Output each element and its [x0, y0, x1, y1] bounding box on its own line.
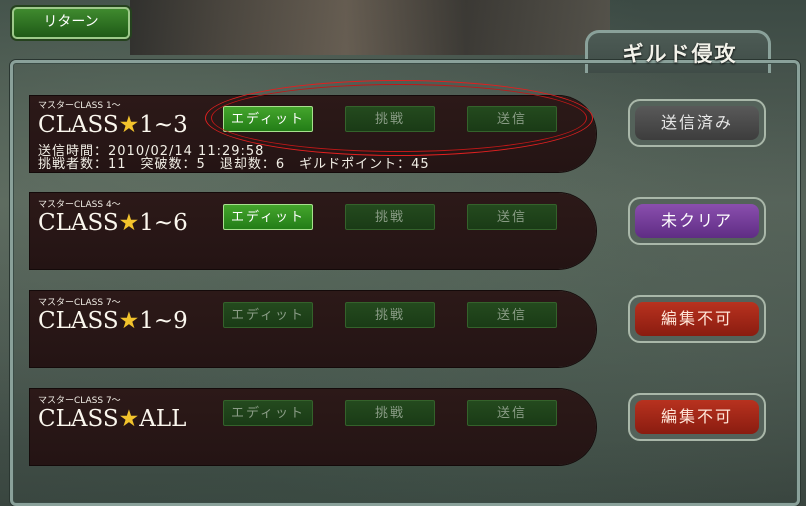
challenge-button[interactable]: 挑戦: [345, 204, 435, 230]
class-prefix: CLASS: [38, 112, 119, 138]
class-range-title: CLASS★1~9: [38, 308, 188, 334]
background-artwork: [130, 0, 610, 55]
stats-text: 挑戦者数：11 突破数：5 退却数：6 ギルドポイント：45: [38, 157, 430, 172]
status-badge[interactable]: 未クリア: [628, 197, 766, 245]
page-title: ギルド侵攻: [622, 42, 738, 66]
class-prefix: CLASS: [38, 406, 119, 432]
class-range: ALL: [139, 406, 187, 432]
star-icon: ★: [118, 308, 140, 334]
class-range-title: CLASS★1~3: [38, 112, 188, 138]
class-prefix: CLASS: [38, 308, 119, 334]
status-badge[interactable]: 送信済み: [628, 99, 766, 147]
class-prefix: CLASS: [38, 210, 119, 236]
edit-button[interactable]: エディット: [223, 204, 313, 230]
class-range-title: CLASS★1~6: [38, 210, 188, 236]
class-range-title: CLASS★ALL: [38, 406, 186, 432]
star-icon: ★: [118, 210, 140, 236]
star-icon: ★: [118, 112, 140, 138]
master-class-label: マスターCLASS 7～: [38, 396, 121, 406]
master-class-label: マスターCLASS 4～: [38, 200, 121, 210]
class-range: 1~9: [139, 308, 188, 334]
class-range: 1~6: [139, 210, 188, 236]
star-icon: ★: [118, 406, 140, 432]
status-badge[interactable]: 編集不可: [628, 295, 766, 343]
edit-button[interactable]: エディット: [223, 400, 313, 426]
status-label: 未クリア: [635, 204, 759, 238]
send-button[interactable]: 送信: [467, 400, 557, 426]
master-class-label: マスターCLASS 1～: [38, 101, 121, 111]
edit-button[interactable]: エディット: [223, 302, 313, 328]
return-button[interactable]: リターン: [12, 7, 130, 39]
master-class-label: マスターCLASS 7～: [38, 298, 121, 308]
challenge-button[interactable]: 挑戦: [345, 302, 435, 328]
status-label: 編集不可: [635, 302, 759, 336]
status-label: 送信済み: [635, 106, 759, 140]
send-button[interactable]: 送信: [467, 302, 557, 328]
challenge-button[interactable]: 挑戦: [345, 400, 435, 426]
class-range: 1~3: [139, 112, 188, 138]
status-label: 編集不可: [635, 400, 759, 434]
highlight-annotation-inner: [211, 84, 587, 152]
status-badge[interactable]: 編集不可: [628, 393, 766, 441]
send-button[interactable]: 送信: [467, 204, 557, 230]
